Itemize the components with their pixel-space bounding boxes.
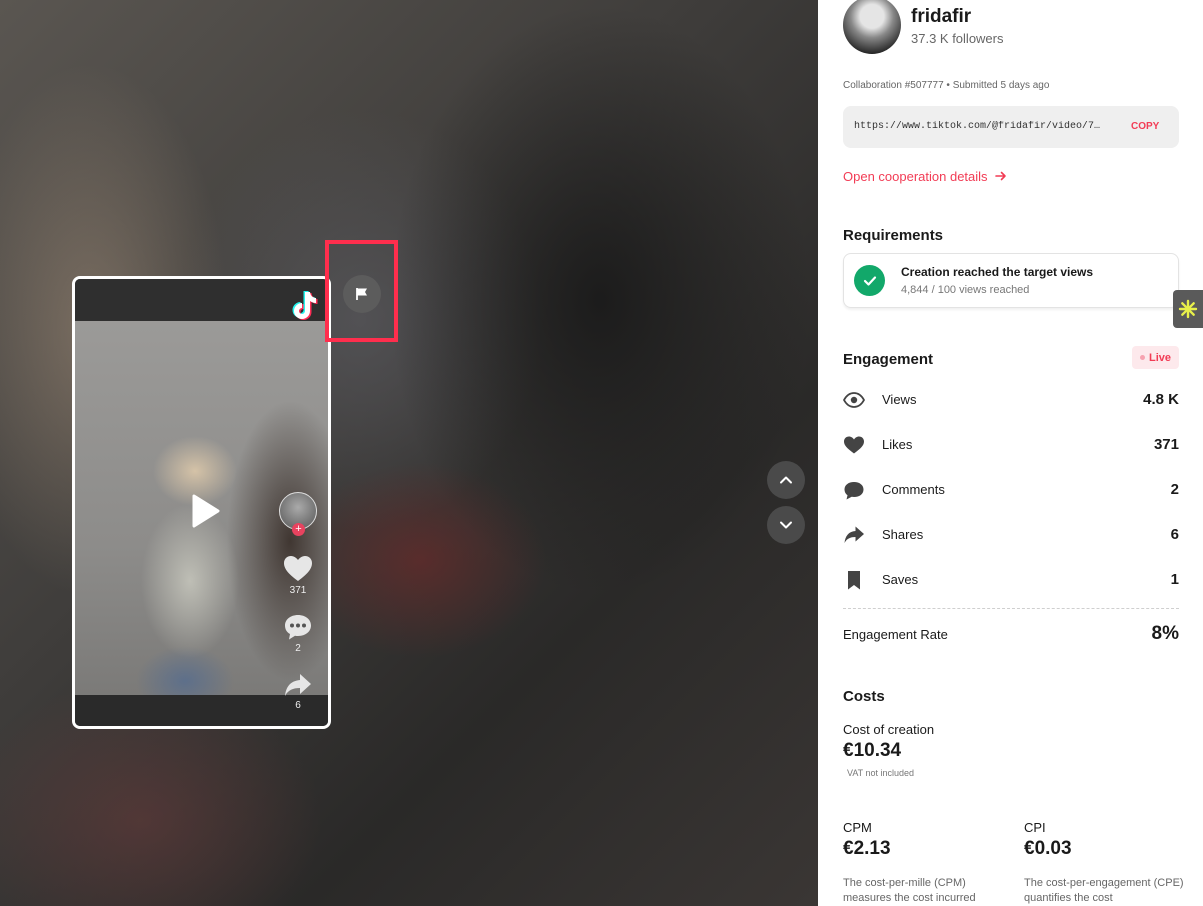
- floating-widget-button[interactable]: [1173, 290, 1203, 328]
- video-comment-count: 2: [295, 643, 301, 654]
- heart-icon: [844, 436, 864, 454]
- video-like-button[interactable]: 371: [278, 555, 318, 596]
- live-dot-icon: [1139, 355, 1145, 360]
- video-link-url[interactable]: https://www.tiktok.com/@fridafir/video/7…: [854, 121, 1106, 132]
- requirement-card: Creation reached the target views 4,844 …: [843, 253, 1179, 308]
- metric-comments: Comments 2: [843, 478, 1179, 502]
- metric-label: Shares: [882, 527, 924, 542]
- creator-avatar[interactable]: [843, 0, 901, 54]
- cpi-value: €0.03: [1024, 838, 1072, 859]
- share-icon: [285, 674, 311, 696]
- metric-label: Likes: [882, 437, 913, 452]
- comment-icon: [285, 615, 311, 640]
- tiktok-logo-icon: [292, 291, 318, 320]
- video-link-box: https://www.tiktok.com/@fridafir/video/7…: [843, 106, 1179, 148]
- video-share-count: 6: [295, 700, 301, 711]
- video-preview[interactable]: + 371 2 6: [72, 276, 331, 729]
- requirements-title: Requirements: [843, 227, 944, 244]
- comment-icon: [844, 482, 864, 500]
- chevron-up-icon: [780, 476, 792, 484]
- requirement-progress: 4,844 / 100 views reached: [901, 284, 1030, 296]
- vat-note: VAT not included: [847, 768, 915, 778]
- video-creator-avatar[interactable]: +: [279, 492, 317, 536]
- live-badge-label: Live: [1148, 351, 1171, 364]
- eye-icon: [843, 392, 865, 408]
- metric-value: 4.8 K: [1143, 391, 1179, 408]
- share-icon: [844, 526, 864, 543]
- cpm-value: €2.13: [843, 838, 891, 859]
- open-cooperation-details-link[interactable]: Open cooperation details: [843, 169, 1007, 184]
- costs-title: Costs: [843, 688, 885, 705]
- bookmark-icon: [848, 571, 860, 590]
- report-flag-button[interactable]: [343, 275, 381, 313]
- cpm-description: The cost-per-mille (CPM) measures the co…: [843, 877, 976, 904]
- copy-link-button[interactable]: COPY: [1131, 121, 1159, 132]
- heart-icon: [284, 556, 312, 581]
- play-icon[interactable]: [184, 491, 224, 531]
- collaboration-meta: Collaboration #507777 • Submitted 5 days…: [843, 80, 1050, 91]
- creator-followers: 37.3 K followers: [911, 31, 1004, 46]
- check-icon: [854, 265, 885, 296]
- metric-value: 6: [1170, 526, 1179, 543]
- arrow-right-icon: [995, 171, 1006, 181]
- metric-likes: Likes 371: [843, 433, 1179, 457]
- metric-value: 371: [1153, 436, 1179, 453]
- open-details-label: Open cooperation details: [843, 169, 988, 184]
- cost-of-creation-label: Cost of creation: [843, 722, 935, 737]
- follow-plus-icon[interactable]: +: [292, 523, 305, 536]
- flag-icon: [356, 288, 367, 300]
- requirement-title: Creation reached the target views: [901, 265, 1094, 279]
- metric-value: 1: [1170, 571, 1179, 588]
- creator-username[interactable]: fridafir: [911, 6, 971, 28]
- engagement-title: Engagement: [843, 351, 934, 368]
- metric-views: Views 4.8 K: [843, 388, 1179, 412]
- metric-saves: Saves 1: [843, 568, 1179, 592]
- engagement-rate-value: 8%: [1151, 623, 1179, 644]
- cost-of-creation-value: €10.34: [843, 740, 902, 761]
- divider: [843, 608, 1179, 609]
- chevron-down-icon: [780, 521, 792, 529]
- video-share-button[interactable]: 6: [278, 672, 318, 711]
- video-comment-button[interactable]: 2: [278, 613, 318, 654]
- cpm-label: CPM: [843, 820, 872, 835]
- metric-value: 2: [1170, 481, 1179, 498]
- previous-button[interactable]: [767, 461, 805, 499]
- metric-label: Comments: [882, 482, 945, 497]
- cpi-label: CPI: [1024, 820, 1046, 835]
- live-badge: Live: [1132, 346, 1179, 369]
- metric-shares: Shares 6: [843, 523, 1179, 547]
- video-stage: + 371 2 6: [0, 0, 818, 906]
- cpi-description: The cost-per-engagement (CPE) quantifies…: [1024, 877, 1184, 904]
- asterisk-icon: [1178, 299, 1198, 319]
- metric-label: Views: [882, 392, 917, 407]
- metric-label: Saves: [882, 572, 919, 587]
- next-button[interactable]: [767, 506, 805, 544]
- video-like-count: 371: [289, 585, 307, 596]
- details-panel: fridafir 37.3 K followers Collaboration …: [818, 0, 1203, 906]
